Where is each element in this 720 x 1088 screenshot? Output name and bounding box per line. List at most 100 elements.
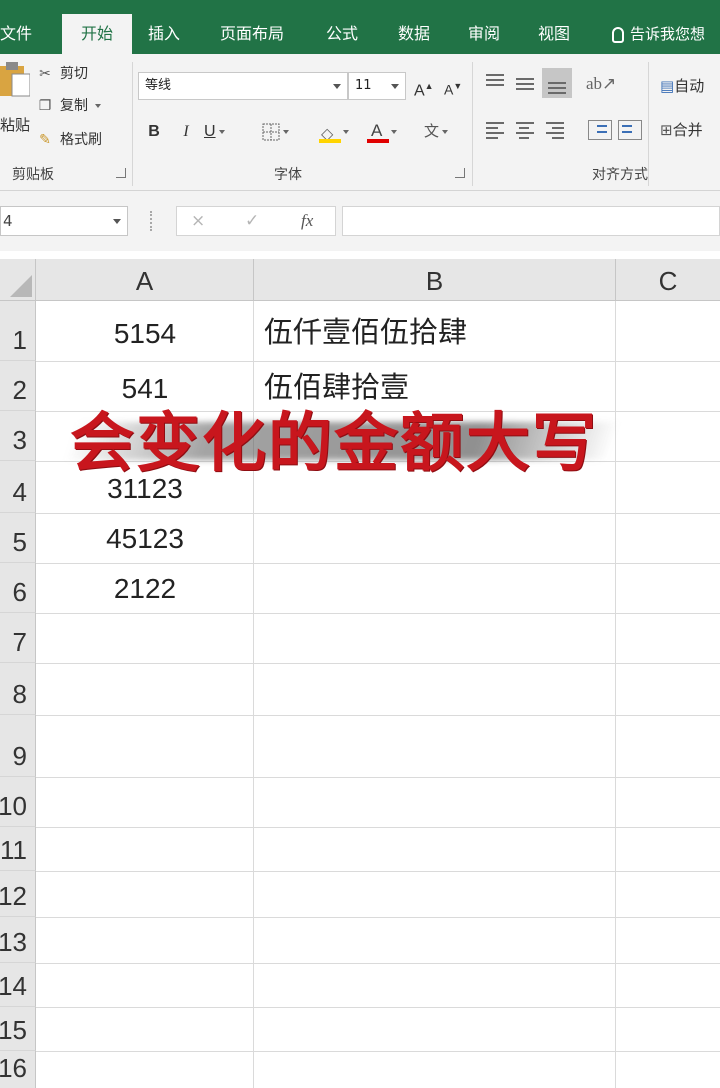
row-header-8[interactable]: 8: [0, 663, 36, 715]
ribbon-home: 粘贴 ✂ 剪切 ❐ 复制 ✎ 格式刷 剪贴板 等线 11 A▲ A▼ B I U…: [0, 54, 720, 191]
cut-button[interactable]: ✂ 剪切: [36, 62, 88, 86]
font-launcher-icon[interactable]: [455, 168, 465, 178]
grow-font-button[interactable]: A▲: [414, 72, 434, 100]
chevron-down-icon: [113, 219, 121, 224]
align-bottom-icon[interactable]: [542, 68, 572, 98]
font-size-select[interactable]: 11: [348, 72, 406, 100]
row-header-16[interactable]: 16: [0, 1051, 36, 1088]
font-color-icon: A: [366, 119, 389, 145]
chevron-down-icon: [343, 130, 349, 135]
grow-font-label: A: [414, 82, 425, 100]
tab-formulas[interactable]: 公式: [326, 14, 358, 54]
underline-button[interactable]: U: [204, 118, 244, 146]
tab-view[interactable]: 视图: [538, 14, 570, 54]
chevron-down-icon: [95, 104, 102, 108]
align-left-icon[interactable]: [484, 122, 506, 140]
group-divider: [648, 62, 649, 186]
font-name-value: 等线: [145, 78, 172, 93]
tab-page-layout[interactable]: 页面布局: [220, 14, 284, 54]
formula-bar-grip[interactable]: [150, 211, 154, 231]
shrink-font-button[interactable]: A▼: [444, 72, 462, 100]
grid-line: [36, 1051, 720, 1052]
grid-line: [36, 1007, 720, 1008]
group-divider: [132, 62, 133, 186]
cell-a5[interactable]: 45123: [36, 511, 254, 561]
copy-button[interactable]: ❐ 复制: [36, 94, 102, 118]
font-name-select[interactable]: 等线: [138, 72, 348, 100]
row-header-10[interactable]: 10: [0, 777, 36, 827]
font-size-value: 11: [355, 78, 372, 93]
row-header-1[interactable]: 1: [0, 301, 36, 361]
column-header-c[interactable]: C: [616, 259, 720, 301]
align-center-icon[interactable]: [514, 122, 536, 140]
format-painter-button[interactable]: ✎ 格式刷: [36, 128, 102, 152]
scissors-icon: ✂: [39, 66, 51, 82]
copy-icon: ❐: [38, 98, 52, 114]
row-header-2[interactable]: 2: [0, 361, 36, 411]
borders-icon: [262, 123, 280, 141]
name-box[interactable]: 4: [0, 206, 128, 236]
enter-icon[interactable]: ✓: [245, 207, 259, 235]
row-header-13[interactable]: 13: [0, 917, 36, 963]
orientation-button[interactable]: ab↗: [586, 70, 626, 98]
tab-insert[interactable]: 插入: [148, 14, 180, 54]
grid-line: [36, 663, 720, 664]
cancel-icon[interactable]: ×: [191, 207, 205, 235]
phonetic-guide-button[interactable]: 文: [424, 118, 468, 146]
tab-data[interactable]: 数据: [398, 14, 430, 54]
column-header-b[interactable]: B: [254, 259, 616, 301]
cell-a1[interactable]: 5154: [36, 306, 254, 356]
chevron-down-icon: [333, 84, 341, 89]
paste-button[interactable]: 粘贴: [0, 114, 30, 135]
ribbon-tab-bar: 文件 开始 插入 页面布局 公式 数据 审阅 视图 告诉我您想: [0, 0, 720, 54]
row-header-15[interactable]: 15: [0, 1007, 36, 1051]
cell-a6[interactable]: 2122: [36, 561, 254, 611]
shrink-font-label: A: [444, 81, 454, 98]
decrease-indent-icon[interactable]: [588, 120, 612, 140]
row-header-6[interactable]: 6: [0, 563, 36, 613]
borders-button[interactable]: [262, 118, 302, 146]
tab-home[interactable]: 开始: [62, 14, 132, 54]
paintbrush-icon: ✎: [39, 132, 51, 148]
row-header-5[interactable]: 5: [0, 513, 36, 563]
font-color-button[interactable]: A: [366, 118, 410, 146]
wrap-text-button[interactable]: ▤自动: [660, 74, 704, 98]
column-header-a[interactable]: A: [36, 259, 254, 301]
insert-function-icon[interactable]: fx: [301, 207, 313, 235]
cut-label: 剪切: [60, 66, 88, 82]
row-header-3[interactable]: 3: [0, 411, 36, 461]
grid-line: [36, 827, 720, 828]
caption-text: 会变化的金额大写: [70, 407, 598, 481]
clipboard-launcher-icon[interactable]: [116, 168, 126, 178]
text-orientation-icon: ab↗: [586, 74, 617, 93]
italic-button[interactable]: I: [176, 118, 196, 146]
tell-me-search[interactable]: 告诉我您想: [612, 14, 705, 54]
increase-indent-icon[interactable]: [618, 120, 642, 140]
merge-center-button[interactable]: ⊞合并: [660, 118, 703, 142]
cell-b1[interactable]: 伍仟壹佰伍拾肆: [254, 304, 616, 354]
grid-line: [36, 715, 720, 716]
row-header-7[interactable]: 7: [0, 613, 36, 663]
row-header-12[interactable]: 12: [0, 871, 36, 917]
fill-color-button[interactable]: ◇: [318, 118, 362, 146]
align-right-icon[interactable]: [544, 122, 566, 140]
chevron-down-icon: [442, 130, 449, 135]
align-top-icon[interactable]: [484, 74, 506, 92]
paste-icon[interactable]: [0, 60, 30, 98]
row-header-14[interactable]: 14: [0, 963, 36, 1007]
tab-file[interactable]: 文件: [0, 14, 32, 54]
bold-button[interactable]: B: [144, 118, 164, 146]
formula-input[interactable]: [342, 206, 720, 236]
grid-line: [36, 613, 720, 614]
row-header-4[interactable]: 4: [0, 461, 36, 513]
row-header-9[interactable]: 9: [0, 715, 36, 777]
align-middle-icon[interactable]: [514, 74, 536, 92]
wrap-text-icon: ▤: [660, 77, 675, 95]
tab-review[interactable]: 审阅: [468, 14, 500, 54]
row-header-11[interactable]: 11: [0, 827, 36, 871]
copy-label: 复制: [60, 98, 88, 114]
select-all-corner[interactable]: [0, 259, 36, 301]
chevron-down-icon: [391, 84, 399, 89]
chevron-down-icon: [218, 129, 225, 134]
formula-buttons: × ✓ fx: [176, 206, 336, 236]
